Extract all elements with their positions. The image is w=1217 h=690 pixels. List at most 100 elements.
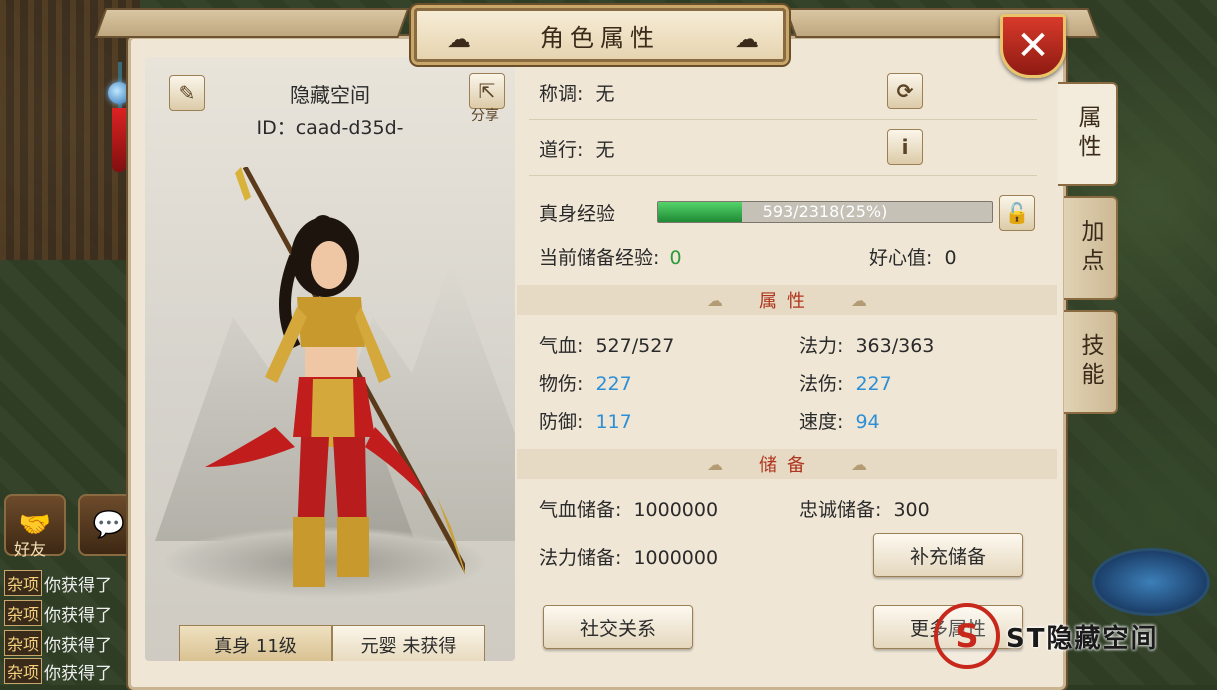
watermark-logo: S bbox=[934, 603, 1000, 669]
spd-value: 94 bbox=[855, 411, 880, 433]
divider bbox=[529, 175, 1037, 176]
def-value: 117 bbox=[595, 411, 632, 433]
cloud-icon: ☁ bbox=[707, 454, 723, 474]
mp-row: 法力: 363/363 bbox=[799, 331, 934, 358]
cloud-icon: ☁ bbox=[735, 25, 765, 53]
mdmg-row: 法伤: 227 bbox=[799, 369, 892, 396]
character-attributes-panel: ✎ 隐藏空间 ID：caad-d35d- ⇱ 分享 真身 11级 元婴 未获得 … bbox=[128, 36, 1066, 690]
character-id: ID：caad-d35d- bbox=[256, 117, 404, 139]
reserve-exp-label: 当前储备经验: bbox=[539, 247, 660, 269]
loyal-reserve-value: 300 bbox=[893, 499, 930, 521]
cloud-icon: ☁ bbox=[707, 290, 723, 310]
exp-lock-button[interactable]: 🔓 bbox=[999, 195, 1035, 231]
def-label: 防御: bbox=[539, 411, 584, 433]
ornament-orb bbox=[108, 82, 130, 104]
cloud-icon: ☁ bbox=[851, 454, 867, 474]
cloud-icon: ☁ bbox=[851, 290, 867, 310]
swap-title-button[interactable]: ⟳ bbox=[887, 73, 923, 109]
pdmg-label: 物伤: bbox=[539, 373, 584, 395]
goodwill-row: 好心值: 0 bbox=[869, 243, 957, 270]
tab-add-points[interactable]: 加点 bbox=[1064, 196, 1118, 300]
dao-row: 道行: 无 bbox=[539, 135, 614, 162]
mp-reserve-row: 法力储备: 1000000 bbox=[539, 543, 718, 570]
dao-label: 道行: bbox=[539, 139, 584, 161]
replenish-reserve-button[interactable]: 补充储备 bbox=[873, 533, 1023, 577]
chat-tag[interactable]: 杂项 bbox=[4, 600, 43, 626]
exp-progress-bar: 593/2318(25%) bbox=[657, 201, 993, 223]
close-button[interactable]: ✕ bbox=[1000, 14, 1066, 78]
chat-text: 你获得了 bbox=[44, 605, 113, 626]
attribute-details: 称调: 无 ⟳ 道行: 无 i 真身经验 593/2318(25%) 🔓 当前储… bbox=[517, 57, 1057, 661]
character-preview-area: ✎ 隐藏空间 ID：caad-d35d- ⇱ 分享 真身 11级 元婴 未获得 bbox=[145, 57, 515, 661]
spd-label: 速度: bbox=[799, 411, 844, 433]
chat-text: 你获得了 bbox=[44, 575, 113, 596]
chat-line: 杂项 你获得了 bbox=[4, 600, 113, 626]
refresh-icon: ⟳ bbox=[896, 79, 914, 103]
share-button[interactable]: ⇱ bbox=[469, 73, 505, 109]
mp-value: 363/363 bbox=[855, 335, 935, 357]
mdmg-value: 227 bbox=[855, 373, 892, 395]
chat-line: 杂项 你获得了 bbox=[4, 658, 113, 684]
attributes-section-title: 属性 bbox=[759, 291, 815, 312]
exp-label: 真身经验 bbox=[539, 203, 616, 225]
friends-label: 好友 bbox=[14, 540, 47, 559]
goodwill-value: 0 bbox=[944, 247, 957, 269]
share-label: 分享 bbox=[471, 108, 499, 124]
hp-reserve-label: 气血储备: bbox=[539, 499, 622, 521]
ornament-tassel bbox=[112, 108, 126, 172]
def-row: 防御: 117 bbox=[539, 407, 632, 434]
info-icon: i bbox=[901, 135, 909, 159]
title-wing-left bbox=[94, 8, 410, 38]
share-icon: ⇱ bbox=[478, 79, 496, 103]
hp-reserve-value: 1000000 bbox=[633, 499, 719, 521]
chat-tag[interactable]: 杂项 bbox=[4, 658, 43, 684]
cloud-icon: ☁ bbox=[447, 25, 477, 53]
hp-row: 气血: 527/527 bbox=[539, 331, 674, 358]
character-name: 隐藏空间 bbox=[290, 83, 370, 107]
reserves-section-header: ☁ 储备 ☁ bbox=[517, 449, 1057, 479]
reserve-exp-value: 0 bbox=[669, 247, 682, 269]
unlock-icon: 🔓 bbox=[1004, 201, 1030, 225]
tab-skills[interactable]: 技能 bbox=[1064, 310, 1118, 414]
goodwill-label: 好心值: bbox=[869, 247, 933, 269]
reserves-section-title: 储备 bbox=[759, 455, 815, 476]
hp-value: 527/527 bbox=[595, 335, 675, 357]
hp-label: 气血: bbox=[539, 335, 584, 357]
loyal-reserve-label: 忠诚储备: bbox=[799, 499, 882, 521]
chat-line: 杂项 你获得了 bbox=[4, 570, 113, 596]
site-watermark: S ST隐藏空间 bbox=[934, 603, 1159, 669]
pdmg-row: 物伤: 227 bbox=[539, 369, 632, 396]
tab-yuanying[interactable]: 元婴 未获得 bbox=[332, 625, 485, 661]
attributes-section-header: ☁ 属性 ☁ bbox=[517, 285, 1057, 315]
level-tab-row: 真身 11级 元婴 未获得 bbox=[179, 625, 485, 661]
mp-reserve-label: 法力储备: bbox=[539, 547, 622, 569]
mp-label: 法力: bbox=[799, 335, 844, 357]
chat-text: 你获得了 bbox=[44, 663, 113, 684]
pdmg-value: 227 bbox=[595, 373, 632, 395]
mp-reserve-value: 1000000 bbox=[633, 547, 719, 569]
chat-text: 你获得了 bbox=[44, 635, 113, 656]
spd-row: 速度: 94 bbox=[799, 407, 880, 434]
chat-line: 杂项 你获得了 bbox=[4, 630, 113, 656]
reserve-exp-row: 当前储备经验: 0 bbox=[539, 243, 682, 270]
title-row: 称调: 无 bbox=[539, 79, 614, 106]
character-portrait bbox=[205, 167, 465, 587]
close-icon: ✕ bbox=[1016, 23, 1050, 69]
chat-tag[interactable]: 杂项 bbox=[4, 570, 43, 596]
title-value: 无 bbox=[595, 83, 615, 105]
hp-reserve-row: 气血储备: 1000000 bbox=[539, 495, 718, 522]
dao-value: 无 bbox=[595, 139, 615, 161]
window-title-text: 角色属性 bbox=[540, 23, 660, 52]
title-label: 称调: bbox=[539, 83, 584, 105]
mdmg-label: 法伤: bbox=[799, 373, 844, 395]
tab-true-body[interactable]: 真身 11级 bbox=[179, 625, 332, 661]
divider bbox=[529, 119, 1037, 120]
loyal-reserve-row: 忠诚储备: 300 bbox=[799, 495, 930, 522]
watermark-text: ST隐藏空间 bbox=[1006, 623, 1159, 654]
chat-tag[interactable]: 杂项 bbox=[4, 630, 43, 656]
window-title: ☁ 角色属性 ☁ bbox=[414, 8, 786, 62]
dao-info-button[interactable]: i bbox=[887, 129, 923, 165]
social-relations-button[interactable]: 社交关系 bbox=[543, 605, 693, 649]
exp-progress-text: 593/2318(25%) bbox=[762, 202, 888, 221]
tab-attributes[interactable]: 属性 bbox=[1058, 82, 1118, 186]
